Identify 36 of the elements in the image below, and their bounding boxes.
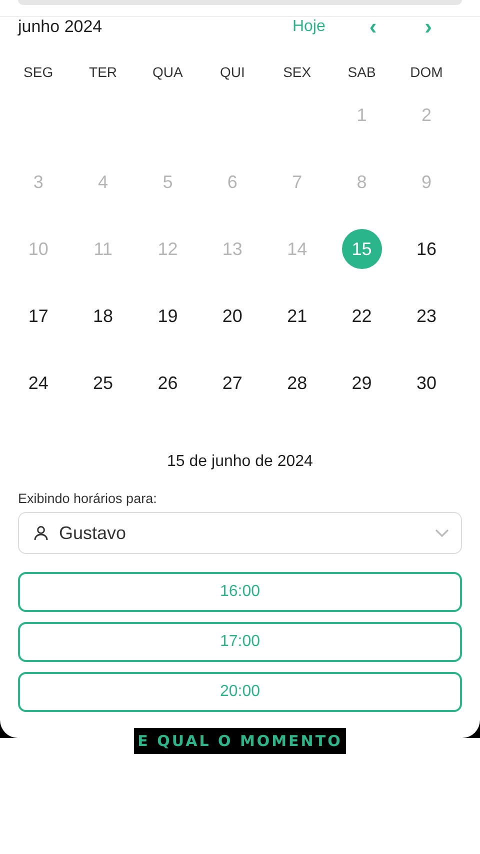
calendar-day[interactable]: 25 xyxy=(83,363,124,403)
month-title: junho 2024 xyxy=(18,17,104,37)
calendar-day[interactable]: 20 xyxy=(212,296,252,336)
calendar-day[interactable]: 22 xyxy=(342,296,382,336)
selected-date: 15 de junho de 2024 xyxy=(166,453,314,472)
calendar-day[interactable]: 23 xyxy=(406,296,446,336)
time-slot-button[interactable]: 17:00 xyxy=(18,622,462,662)
calendar-day[interactable]: 28 xyxy=(277,363,318,403)
previous-month-button[interactable]: ‹ xyxy=(367,18,379,36)
weekday-label: QUA xyxy=(152,63,184,82)
calendar-day[interactable]: 18 xyxy=(83,296,124,336)
calendar-day[interactable]: 26 xyxy=(148,363,188,403)
person-icon xyxy=(33,525,49,541)
professional-select[interactable]: Gustavo xyxy=(18,512,462,554)
calendar-day[interactable]: 29 xyxy=(342,363,382,403)
chevron-down-icon xyxy=(435,529,449,537)
calendar-day[interactable]: 24 xyxy=(18,363,58,403)
calendar-day[interactable]: 21 xyxy=(277,296,318,336)
calendar-day[interactable]: 27 xyxy=(212,363,252,403)
weekday-label: DOM xyxy=(409,63,444,82)
calendar-day[interactable]: 16 xyxy=(406,229,446,269)
weekday-label: SAB xyxy=(346,63,377,82)
weekday-label: SEG xyxy=(22,63,54,82)
weekday-label: SEX xyxy=(282,63,312,82)
weekday-label: TER xyxy=(88,63,118,82)
next-month-button[interactable]: › xyxy=(422,18,434,36)
calendar-day[interactable]: 19 xyxy=(148,296,188,336)
time-slot-button[interactable]: 20:00 xyxy=(18,672,462,712)
field-label: Exibindo horários para: xyxy=(18,491,158,506)
calendar-day[interactable]: 30 xyxy=(406,363,446,403)
calendar-day[interactable]: 15 xyxy=(342,229,382,269)
calendar-day[interactable]: 17 xyxy=(18,296,58,336)
time-slot-button[interactable]: 16:00 xyxy=(18,572,462,612)
weekday-label: QUI xyxy=(218,63,246,82)
today-button[interactable]: Hoje xyxy=(292,18,326,36)
video-caption: E QUAL O MOMENTO xyxy=(134,728,346,754)
